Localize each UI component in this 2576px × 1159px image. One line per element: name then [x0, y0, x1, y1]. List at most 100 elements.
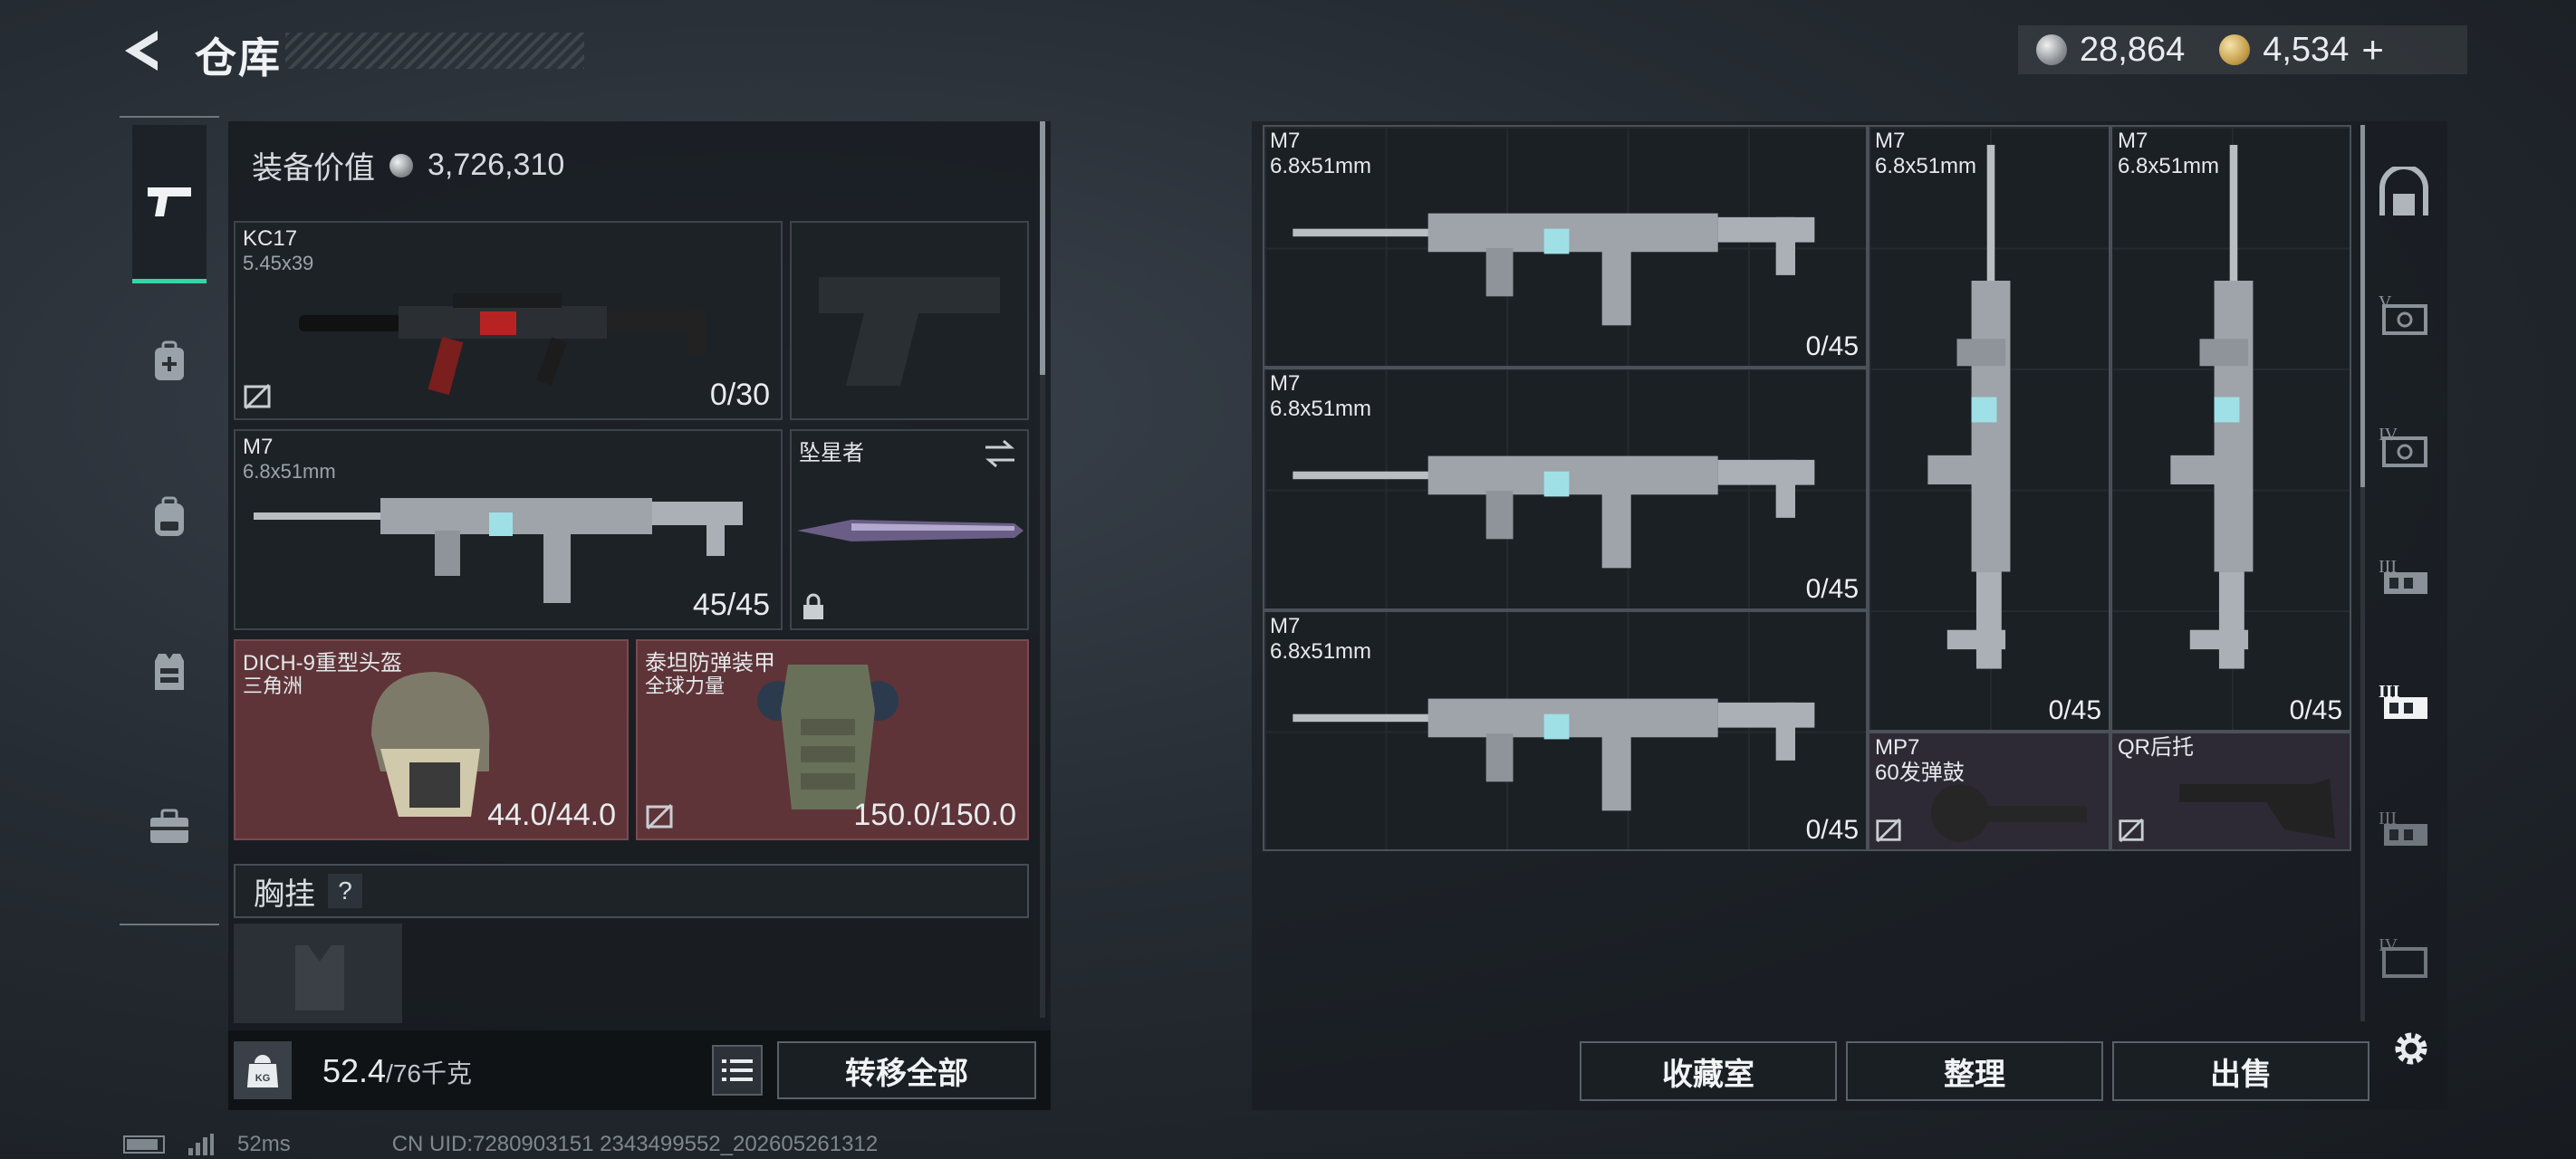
item-name: M7	[1270, 371, 1301, 396]
item-name: M7	[2118, 129, 2148, 153]
title-decoration	[285, 33, 584, 69]
equip-value-amount: 3,726,310	[428, 148, 565, 182]
section-safe-box[interactable]	[2368, 158, 2440, 230]
storage-item-m7[interactable]: M7 6.8x51mm 0/45	[1263, 125, 1868, 368]
no-insure-icon	[646, 803, 673, 830]
settings-button[interactable]	[2384, 1021, 2438, 1076]
section-tier-iv-b[interactable]: IV	[2368, 918, 2440, 991]
weapon-name: KC17	[243, 226, 298, 251]
storage-item-m7[interactable]: M7 6.8x51mm 0/45	[1263, 610, 1868, 851]
kg-label: KG	[255, 1073, 271, 1084]
equipment-value: 装备价值 3,726,310	[252, 143, 564, 187]
slot-secondary-weapon[interactable]: M7 6.8x51mm 45/45	[234, 429, 783, 630]
no-insure-icon	[244, 383, 271, 410]
section-tier-v[interactable]: V	[2368, 275, 2440, 348]
slot-pistol-empty[interactable]	[790, 221, 1029, 420]
item-name: MP7	[1875, 735, 1920, 760]
lock-icon	[803, 593, 823, 619]
signal-icon	[188, 1134, 214, 1155]
ammo-count: 0/45	[2048, 695, 2101, 725]
page-title: 仓库	[195, 34, 282, 81]
item-name: M7	[1270, 129, 1301, 153]
gold-amount: 4,534	[2263, 30, 2350, 69]
m7-rifle-image	[1927, 145, 2011, 669]
uid-readout: CN UID:7280903151 2343499552_20260526131…	[391, 1132, 879, 1156]
currency-bar: 28,864 4,534 +	[2018, 25, 2467, 74]
sell-button[interactable]: 出售	[2112, 1041, 2369, 1101]
helmet-faction: 三角洲	[243, 675, 303, 697]
item-name: M7	[1270, 614, 1301, 638]
pistol-icon	[148, 187, 191, 216]
slot-chest-rig-empty[interactable]	[234, 924, 402, 1023]
pistol-silhouette-icon	[819, 277, 1000, 386]
ammo-count: 0/45	[1805, 815, 1859, 845]
add-currency-button[interactable]: +	[2361, 28, 2384, 72]
swap-arrows-icon[interactable]	[982, 438, 1018, 469]
list-view-button[interactable]	[712, 1045, 763, 1096]
ammo-count: 0/45	[1805, 574, 1859, 604]
nav-item-case[interactable]	[132, 790, 207, 864]
slot-helmet[interactable]: DICH-9重型头盔 三角洲 44.0/44.0	[234, 639, 629, 840]
item-name: M7	[1875, 129, 1906, 153]
storage-item-mp7-drum[interactable]: MP7 60发弹鼓	[1868, 732, 2110, 851]
nav-item-backpack-cargo[interactable]	[132, 324, 207, 398]
m7-rifle-image	[1293, 213, 1815, 326]
briefcase-icon	[150, 809, 188, 843]
gold-coin-icon	[2219, 34, 2251, 65]
organize-button[interactable]: 整理	[1846, 1041, 2103, 1101]
no-insure-icon	[1876, 818, 1901, 843]
section-tier-iii-active[interactable]: III	[2368, 665, 2440, 737]
tier-rig-icon: III	[2379, 809, 2427, 846]
helmet-image	[371, 672, 490, 817]
back-button[interactable]	[118, 27, 165, 74]
tier-rig-icon: III	[2379, 682, 2427, 719]
m7-rifle-image	[1293, 698, 1815, 811]
m7-rifle-image	[2170, 145, 2254, 669]
storage-item-qr-stock[interactable]: QR后托	[2110, 732, 2351, 851]
help-icon[interactable]: ?	[328, 874, 362, 908]
silver-amount: 28,864	[2080, 30, 2186, 69]
knife-image	[797, 520, 1024, 541]
vest-icon	[155, 654, 184, 690]
transfer-all-button[interactable]: 转移全部	[777, 1041, 1036, 1099]
status-bar: 52ms CN UID:7280903151 2343499552_202605…	[123, 1132, 878, 1157]
nav-item-weapons[interactable]	[132, 125, 207, 283]
current-weight: 52.4	[322, 1052, 387, 1089]
battery-icon	[123, 1135, 165, 1154]
nav-item-backpack[interactable]	[132, 480, 207, 554]
safe-box-icon	[2379, 167, 2428, 216]
m7-rifle-image	[1293, 455, 1815, 569]
storage-item-m7-vertical[interactable]: M7 6.8x51mm 0/45	[1868, 125, 2110, 732]
ammo-count: 0/30	[709, 378, 770, 412]
backpack-plus-icon	[155, 340, 184, 380]
chest-rig-header: 胸挂 ?	[234, 864, 1029, 918]
ammo-count: 0/45	[2289, 695, 2342, 725]
tier-rig-icon: III	[2379, 557, 2427, 594]
tier-case-icon: V	[2379, 292, 2427, 335]
collection-room-button[interactable]: 收藏室	[1580, 1041, 1837, 1101]
item-caliber: 6.8x51mm	[1270, 154, 1372, 178]
loadout-scroll-thumb[interactable]	[1040, 121, 1045, 375]
silver-coin-icon	[2036, 34, 2067, 65]
slot-melee[interactable]: 坠星者	[790, 429, 1029, 630]
section-tier-iii-b[interactable]: III	[2368, 791, 2440, 864]
section-tier-iv[interactable]: IV	[2368, 407, 2440, 480]
silver-coin-icon	[389, 153, 413, 177]
armor-faction: 全球力量	[645, 675, 726, 697]
no-insure-icon	[2119, 818, 2144, 843]
section-tier-iii-a[interactable]: III	[2368, 540, 2440, 612]
drum-magazine-image	[1931, 784, 2087, 842]
list-icon	[722, 1059, 753, 1081]
slot-body-armor[interactable]: 泰坦防弹装甲 全球力量 150.0/150.0	[636, 639, 1029, 840]
max-weight: /76千克	[386, 1059, 473, 1087]
slot-primary-weapon[interactable]: KC17 5.45x39 0/30	[234, 221, 783, 420]
nav-item-vest[interactable]	[132, 634, 207, 708]
weight-icon: KG	[234, 1041, 292, 1099]
helmet-durability: 44.0/44.0	[487, 798, 616, 832]
armor-durability: 150.0/150.0	[853, 798, 1016, 832]
kc17-rifle-image	[299, 293, 706, 396]
tier-case-icon: IV	[2379, 935, 2427, 978]
tier-label: IV	[2379, 425, 2398, 445]
storage-item-m7[interactable]: M7 6.8x51mm 0/45	[1263, 368, 1868, 610]
storage-item-m7-vertical[interactable]: M7 6.8x51mm 0/45	[2110, 125, 2351, 732]
